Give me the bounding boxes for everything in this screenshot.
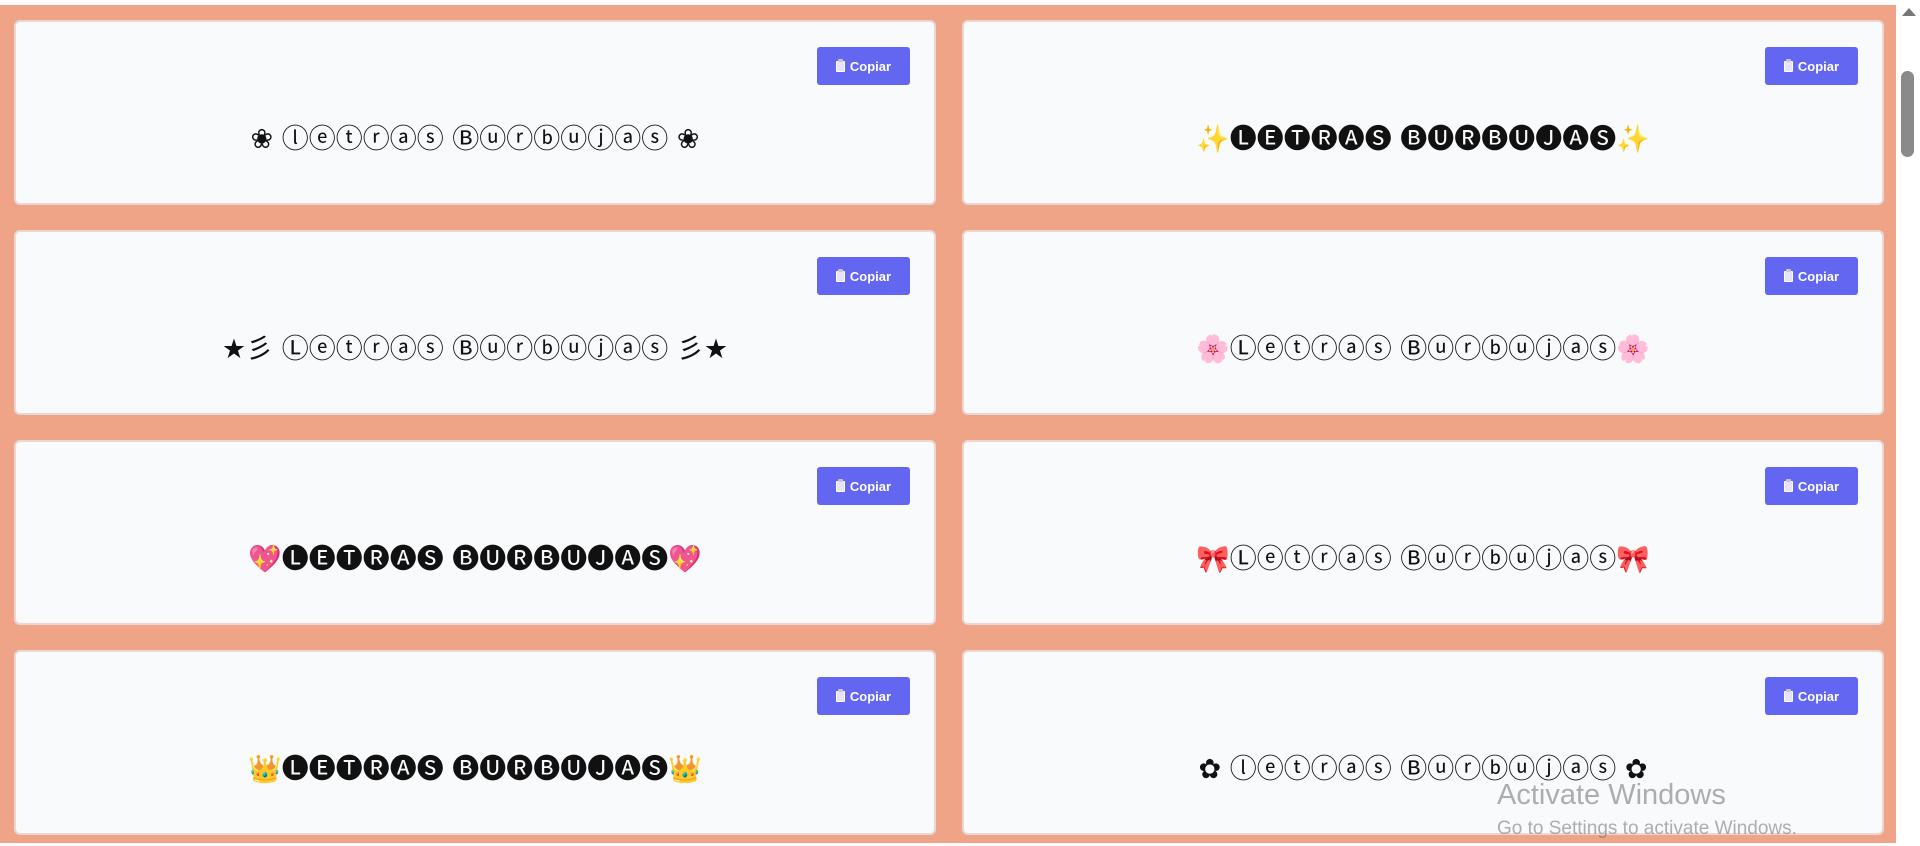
copy-button[interactable]: Copiar [1765, 467, 1858, 505]
clipboard-icon [1783, 478, 1793, 492]
copy-button[interactable]: Copiar [1765, 257, 1858, 295]
copy-button[interactable]: Copiar [817, 47, 910, 85]
fancy-text: 🌸Ⓛⓔⓣⓡⓐⓢ Ⓑⓤⓡⓑⓤⓙⓐⓢ🌸 [1196, 334, 1650, 365]
fancy-text: ❀ ⓛⓔⓣⓡⓐⓢ Ⓑⓤⓡⓑⓤⓙⓐⓢ ❀ [250, 124, 700, 155]
style-card: Copiar 👑🅛🅔🅣🅡🅐🅢 🅑🅤🅡🅑🅤🅙🅐🅢👑 [14, 650, 936, 835]
clipboard-icon [835, 58, 845, 72]
copy-button[interactable]: Copiar [1765, 47, 1858, 85]
copy-button[interactable]: Copiar [817, 677, 910, 715]
copy-button[interactable]: Copiar [817, 257, 910, 295]
clipboard-icon [835, 478, 845, 492]
copy-button[interactable]: Copiar [817, 467, 910, 505]
copy-button-label: Copiar [1797, 478, 1840, 494]
clipboard-icon [1783, 58, 1793, 72]
fancy-text: 🎀Ⓛⓔⓣⓡⓐⓢ Ⓑⓤⓡⓑⓤⓙⓐⓢ🎀 [1196, 544, 1650, 575]
page-background: Copiar ❀ ⓛⓔⓣⓡⓐⓢ Ⓑⓤⓡⓑⓤⓙⓐⓢ ❀ Copiar ✨🅛🅔🅣🅡🅐… [0, 5, 1896, 843]
copy-button-label: Copiar [849, 688, 892, 704]
copy-button[interactable]: Copiar [1765, 677, 1858, 715]
copy-button-label: Copiar [1797, 688, 1840, 704]
vertical-scrollbar[interactable] [1896, 0, 1920, 843]
copy-button-label: Copiar [849, 268, 892, 284]
clipboard-icon [835, 688, 845, 702]
copy-button-label: Copiar [849, 58, 892, 74]
style-card: Copiar ✨🅛🅔🅣🅡🅐🅢 🅑🅤🅡🅑🅤🅙🅐🅢✨ [962, 20, 1884, 205]
style-card: Copiar ❀ ⓛⓔⓣⓡⓐⓢ Ⓑⓤⓡⓑⓤⓙⓐⓢ ❀ [14, 20, 936, 205]
clipboard-icon [1783, 688, 1793, 702]
scroll-thumb[interactable] [1901, 71, 1914, 157]
fancy-text: ★彡 Ⓛⓔⓣⓡⓐⓢ Ⓑⓤⓡⓑⓤⓙⓐⓢ 彡★ [221, 334, 729, 365]
clipboard-icon [835, 268, 845, 282]
fancy-text: ✿ ⓛⓔⓣⓡⓐⓢ Ⓑⓤⓡⓑⓤⓙⓐⓢ ✿ [1198, 754, 1648, 785]
scroll-up-arrow-icon[interactable] [1902, 8, 1916, 16]
clipboard-icon [1783, 268, 1793, 282]
fancy-text: 💖🅛🅔🅣🅡🅐🅢 🅑🅤🅡🅑🅤🅙🅐🅢💖 [248, 544, 702, 575]
copy-button-label: Copiar [1797, 58, 1840, 74]
style-card: Copiar ★彡 Ⓛⓔⓣⓡⓐⓢ Ⓑⓤⓡⓑⓤⓙⓐⓢ 彡★ [14, 230, 936, 415]
style-card: Copiar 🌸Ⓛⓔⓣⓡⓐⓢ Ⓑⓤⓡⓑⓤⓙⓐⓢ🌸 [962, 230, 1884, 415]
style-card: Copiar ✿ ⓛⓔⓣⓡⓐⓢ Ⓑⓤⓡⓑⓤⓙⓐⓢ ✿ [962, 650, 1884, 835]
copy-button-label: Copiar [849, 478, 892, 494]
styles-grid: Copiar ❀ ⓛⓔⓣⓡⓐⓢ Ⓑⓤⓡⓑⓤⓙⓐⓢ ❀ Copiar ✨🅛🅔🅣🅡🅐… [14, 20, 1884, 835]
style-card: Copiar 🎀Ⓛⓔⓣⓡⓐⓢ Ⓑⓤⓡⓑⓤⓙⓐⓢ🎀 [962, 440, 1884, 625]
style-card: Copiar 💖🅛🅔🅣🅡🅐🅢 🅑🅤🅡🅑🅤🅙🅐🅢💖 [14, 440, 936, 625]
fancy-text: ✨🅛🅔🅣🅡🅐🅢 🅑🅤🅡🅑🅤🅙🅐🅢✨ [1196, 124, 1650, 155]
copy-button-label: Copiar [1797, 268, 1840, 284]
fancy-text: 👑🅛🅔🅣🅡🅐🅢 🅑🅤🅡🅑🅤🅙🅐🅢👑 [248, 754, 702, 785]
